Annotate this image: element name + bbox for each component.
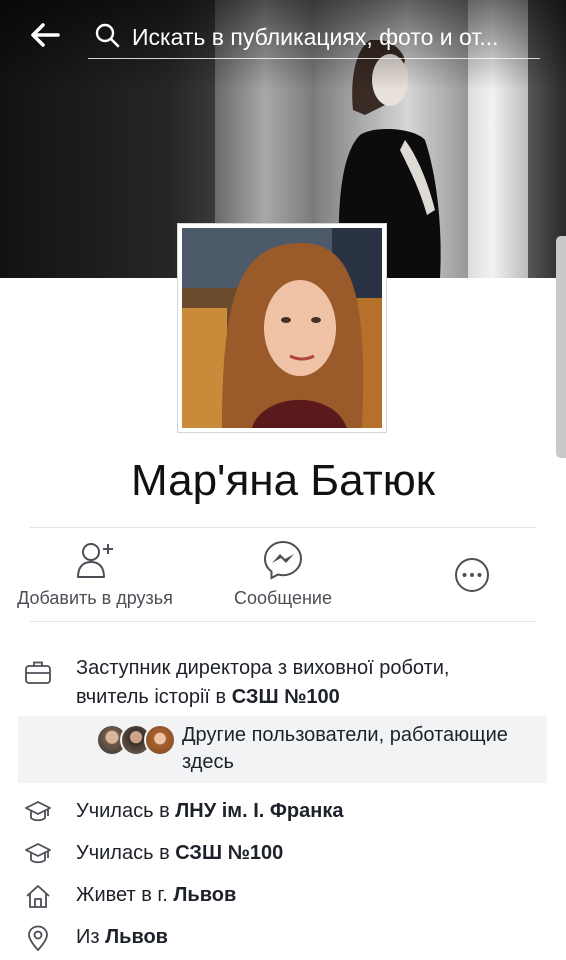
hometown-text: Из Львов <box>76 923 168 952</box>
education-place-link[interactable]: СЗШ №100 <box>175 842 283 864</box>
hometown-prefix: Из <box>76 926 106 948</box>
back-arrow-icon[interactable] <box>28 18 62 52</box>
search-icon <box>95 23 120 48</box>
add-friend-label: Добавить в друзья <box>17 588 173 608</box>
education-prefix: Училась в <box>76 800 176 822</box>
hometown-place-link[interactable]: Львов <box>105 926 168 948</box>
coworkers-label: Другие пользователи, работающие здесь <box>182 724 508 773</box>
education-place-link[interactable]: ЛНУ ім. І. Франка <box>175 800 343 822</box>
coworkers-box[interactable]: Другие пользователи, работающие здесь <box>18 716 547 783</box>
add-friend-button[interactable]: Добавить в друзья <box>10 540 180 609</box>
divider <box>30 621 536 622</box>
profile-picture[interactable] <box>177 223 387 433</box>
message-label: Сообщение <box>234 588 332 608</box>
profile-picture-image <box>182 228 382 428</box>
education-info-row[interactable]: Училась в СЗШ №100 <box>0 839 566 869</box>
education-text: Училась в СЗШ №100 <box>76 839 283 868</box>
scrollbar[interactable] <box>556 236 566 458</box>
coworker-avatar <box>144 724 176 756</box>
more-options-icon[interactable] <box>454 557 490 593</box>
hometown-info-row[interactable]: Из Львов <box>0 923 566 953</box>
location-pin-icon <box>28 925 48 952</box>
work-prefix: вчитель історії в <box>76 686 232 708</box>
briefcase-icon <box>25 661 51 684</box>
home-icon <box>26 885 50 908</box>
graduation-cap-icon <box>25 843 51 864</box>
work-position: Заступник директора з виховної роботи, <box>76 657 450 679</box>
education-info-row[interactable]: Училась в ЛНУ ім. І. Франка <box>0 797 566 827</box>
work-text: Заступник директора з виховної роботи, в… <box>76 654 449 712</box>
messenger-icon <box>263 540 303 580</box>
lives-in-place-link[interactable]: Львов <box>173 884 236 906</box>
graduation-cap-icon <box>25 801 51 822</box>
search-placeholder: Искать в публикациях, фото и от... <box>132 24 499 50</box>
lives-in-text: Живет в г. Львов <box>76 881 236 910</box>
add-friend-icon <box>77 543 113 578</box>
profile-name: Мар'яна Батюк <box>130 456 436 505</box>
work-info-row[interactable]: Заступник директора з виховної роботи, в… <box>0 654 566 714</box>
top-bar: Искать в публикациях, фото и от... <box>0 0 566 70</box>
education-text: Училась в ЛНУ ім. І. Франка <box>76 797 343 826</box>
lives-in-info-row[interactable]: Живет в г. Львов <box>0 881 566 911</box>
education-prefix: Училась в <box>76 842 176 864</box>
lives-in-prefix: Живет в г. <box>76 884 174 906</box>
message-button[interactable]: Сообщение <box>223 540 343 609</box>
search-input[interactable]: Искать в публикациях, фото и от... <box>88 14 540 59</box>
work-place-link[interactable]: СЗШ №100 <box>232 686 340 708</box>
divider <box>30 527 536 528</box>
